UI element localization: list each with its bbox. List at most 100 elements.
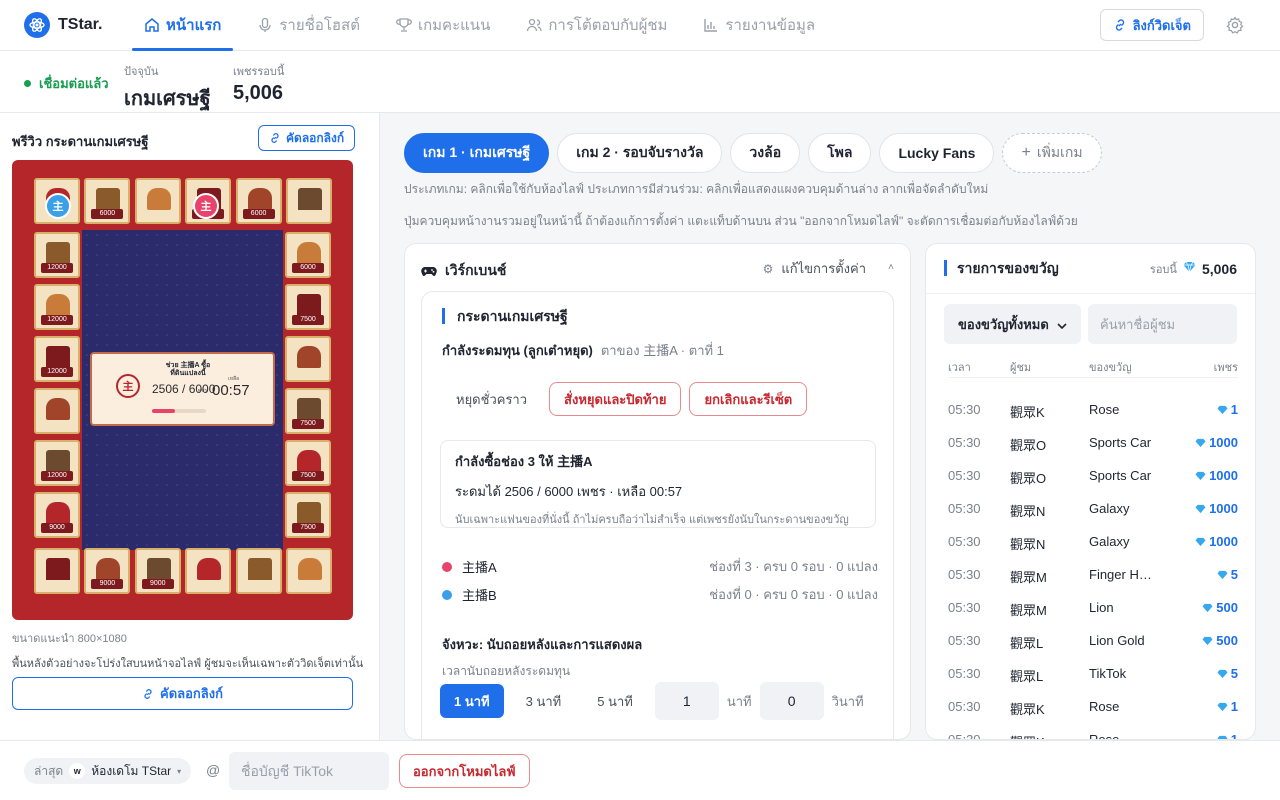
building-icon	[46, 502, 70, 524]
board-tile: 7500	[285, 388, 331, 434]
gift-filter-select[interactable]: ของขวัญทั้งหมด	[944, 304, 1081, 344]
tab-lucky-fans[interactable]: Lucky Fans	[879, 133, 995, 173]
gift-diamonds: 1	[1217, 699, 1238, 714]
tile-price: 7500	[292, 315, 324, 325]
tile-price: 9000	[141, 579, 174, 589]
app-name: TStar.	[58, 16, 103, 33]
player-row-a: 主播A ช่องที่ 3 · ครบ 0 รอบ · 0 แปลง	[442, 556, 878, 577]
add-game-button[interactable]: + เพิ่มเกม	[1002, 133, 1102, 173]
board-tile: 6000	[285, 232, 331, 278]
nav-home[interactable]: หน้าแรก	[132, 0, 234, 51]
gift-header-divider	[926, 293, 1255, 294]
current-game-stat: ปัจจุบัน เกมเศรษฐี	[124, 62, 211, 114]
gift-time: 05:30	[948, 666, 981, 681]
link-icon	[144, 688, 152, 699]
gift-diamonds: 500	[1202, 600, 1238, 615]
diamonds-value: 5,006	[233, 82, 284, 104]
building-icon	[96, 558, 121, 580]
workbench-title: เวิร์กเบนช์	[445, 262, 507, 278]
edit-settings-label: แก้ไขการตั้งค่า	[781, 261, 866, 276]
preview-panel: พรีวิว กระดานเกมเศรษฐี คัดลอกลิงก์ 6000 6…	[0, 113, 380, 740]
center-line1: ช่วย 主播A ซื้อ	[165, 362, 211, 369]
center-unit: เพชร	[196, 388, 208, 394]
gift-diamonds-value: 1	[1230, 402, 1238, 417]
tab-poll[interactable]: โพล	[808, 133, 872, 173]
connection-label: เชื่อมต่อแล้ว	[39, 76, 109, 91]
gift-viewer: 觀眾N	[1010, 537, 1046, 552]
board-tile: 9000	[84, 548, 131, 594]
player-row-b: 主播B ช่องที่ 0 · ครบ 0 รอบ · 0 แปลง	[442, 584, 878, 605]
building-icon	[297, 502, 321, 524]
game-tabs: เกม 1 · เกมเศรษฐี เกม 2 · รอบจับรางวัล ว…	[404, 133, 1102, 173]
gift-diamonds-value: 5	[1230, 666, 1238, 681]
tab-game-1[interactable]: เกม 1 · เกมเศรษฐี	[404, 133, 550, 173]
gift-diamonds-value: 1	[1230, 699, 1238, 714]
monopoly-board-preview: 6000600060001200012000120001200090006000…	[12, 160, 353, 620]
diamond-icon	[1183, 260, 1196, 278]
gift-row: 05:30 觀眾N Galaxy 1000	[948, 534, 1238, 567]
pause-button[interactable]: หยุดชั่วคราว	[442, 382, 541, 416]
widget-link-button[interactable]: ลิงก์วิดเจ็ต	[1099, 9, 1204, 41]
diamonds-label: เพชรรอบนี้	[233, 66, 285, 78]
nav-host-list[interactable]: รายชื่อโฮสต์	[245, 0, 372, 51]
tile-price: 7500	[292, 523, 324, 533]
gift-name: Galaxy	[1089, 534, 1130, 549]
background-hint: พื้นหลังตัวอย่างจะโปร่งใสบนหน้าจอไลฟ์ ผู…	[12, 658, 364, 670]
collapse-caret-icon[interactable]: ˄	[888, 262, 894, 273]
minutes-input[interactable]: 1	[654, 682, 719, 720]
purchase-note: นับเฉพาะแฟนของที่นั่งนี้ ถ้าไม่ครบถือว่า…	[455, 514, 849, 526]
edit-settings-button[interactable]: ⚙ แก้ไขการตั้งค่า	[763, 258, 866, 279]
nav-score-game[interactable]: เกมคะแนน	[384, 0, 502, 51]
nav-data-report[interactable]: รายงานข้อมูล	[691, 0, 827, 51]
purchase-info-box: กำลังซื้อช่อง 3 ให้ 主播A ระดมได้ 2506 / 6…	[440, 440, 876, 528]
building-icon	[197, 558, 222, 580]
tiktok-account-input[interactable]	[229, 752, 389, 790]
seconds-input[interactable]: 0	[759, 682, 824, 720]
gift-list-panel: รายการของขวัญ รอบนี้ 5,006 ของขวัญทั้งหม…	[925, 243, 1256, 740]
nav-audience-interaction[interactable]: การโต้ตอบกับผู้ชม	[514, 0, 679, 51]
building-icon	[46, 558, 70, 580]
player-b-name: 主播B	[462, 588, 497, 603]
copy-link-button-bottom[interactable]: คัดลอกลิงก์	[12, 677, 353, 710]
player-a-name: 主播A	[462, 560, 497, 575]
building-icon	[297, 242, 321, 264]
diamond-icon	[1195, 504, 1206, 514]
time-option-3-min[interactable]: 3 นาที	[512, 684, 576, 718]
center-progress-fill	[152, 409, 175, 413]
viewer-search-input[interactable]	[1088, 304, 1237, 344]
stop-and-finish-button[interactable]: สั่งหยุดและปิดท้าย	[549, 382, 682, 416]
gift-diamonds-value: 500	[1216, 600, 1238, 615]
time-option-5-min[interactable]: 5 นาที	[583, 684, 647, 718]
board-tile	[285, 336, 331, 382]
room-selector[interactable]: ล่าสุด w ห้องเดโม TStar ▾	[24, 758, 192, 784]
gear-icon[interactable]	[1226, 16, 1244, 39]
tab-wheel[interactable]: วงล้อ	[730, 133, 801, 173]
board-tile: 12000	[34, 336, 80, 382]
token-glyph: 主	[122, 381, 134, 393]
gift-diamonds: 1	[1217, 732, 1238, 739]
mic-icon	[259, 17, 272, 32]
building-icon	[297, 450, 321, 472]
copy-link-button-top[interactable]: คัดลอกลิงก์	[258, 125, 356, 151]
gift-row: 05:30 觀眾K Rose 1	[948, 402, 1238, 435]
gift-name: Sports Car	[1089, 435, 1152, 450]
gift-diamonds: 500	[1202, 633, 1238, 648]
center-caption: ช่วย 主播A ซื้อ ที่ดินแปลงนี้	[148, 362, 228, 378]
gift-list-title: รายการของขวัญ	[944, 260, 1059, 276]
building-icon	[146, 558, 171, 580]
chevron-down-icon	[1057, 317, 1067, 332]
gift-viewer: 觀眾O	[1010, 438, 1047, 453]
diamond-icon	[1202, 636, 1213, 646]
gift-time: 05:30	[948, 600, 981, 615]
exit-live-mode-button[interactable]: ออกจากโหมดไลฟ์	[399, 754, 530, 788]
board-tile: 12000	[34, 440, 80, 486]
gift-viewer: 觀眾K	[1010, 405, 1045, 420]
tab-game-2[interactable]: เกม 2 · รอบจับรางวัล	[557, 133, 723, 173]
time-option-1-min[interactable]: 1 นาที	[440, 684, 504, 718]
app-logo[interactable]: TStar.	[24, 12, 124, 38]
board-tile: 7500	[285, 440, 331, 486]
trophy-icon	[396, 18, 412, 32]
at-sign: @	[206, 762, 221, 778]
cancel-and-reset-button[interactable]: ยกเลิกและรีเซ็ต	[689, 382, 808, 416]
latest-label: ล่าสุด	[34, 763, 64, 778]
